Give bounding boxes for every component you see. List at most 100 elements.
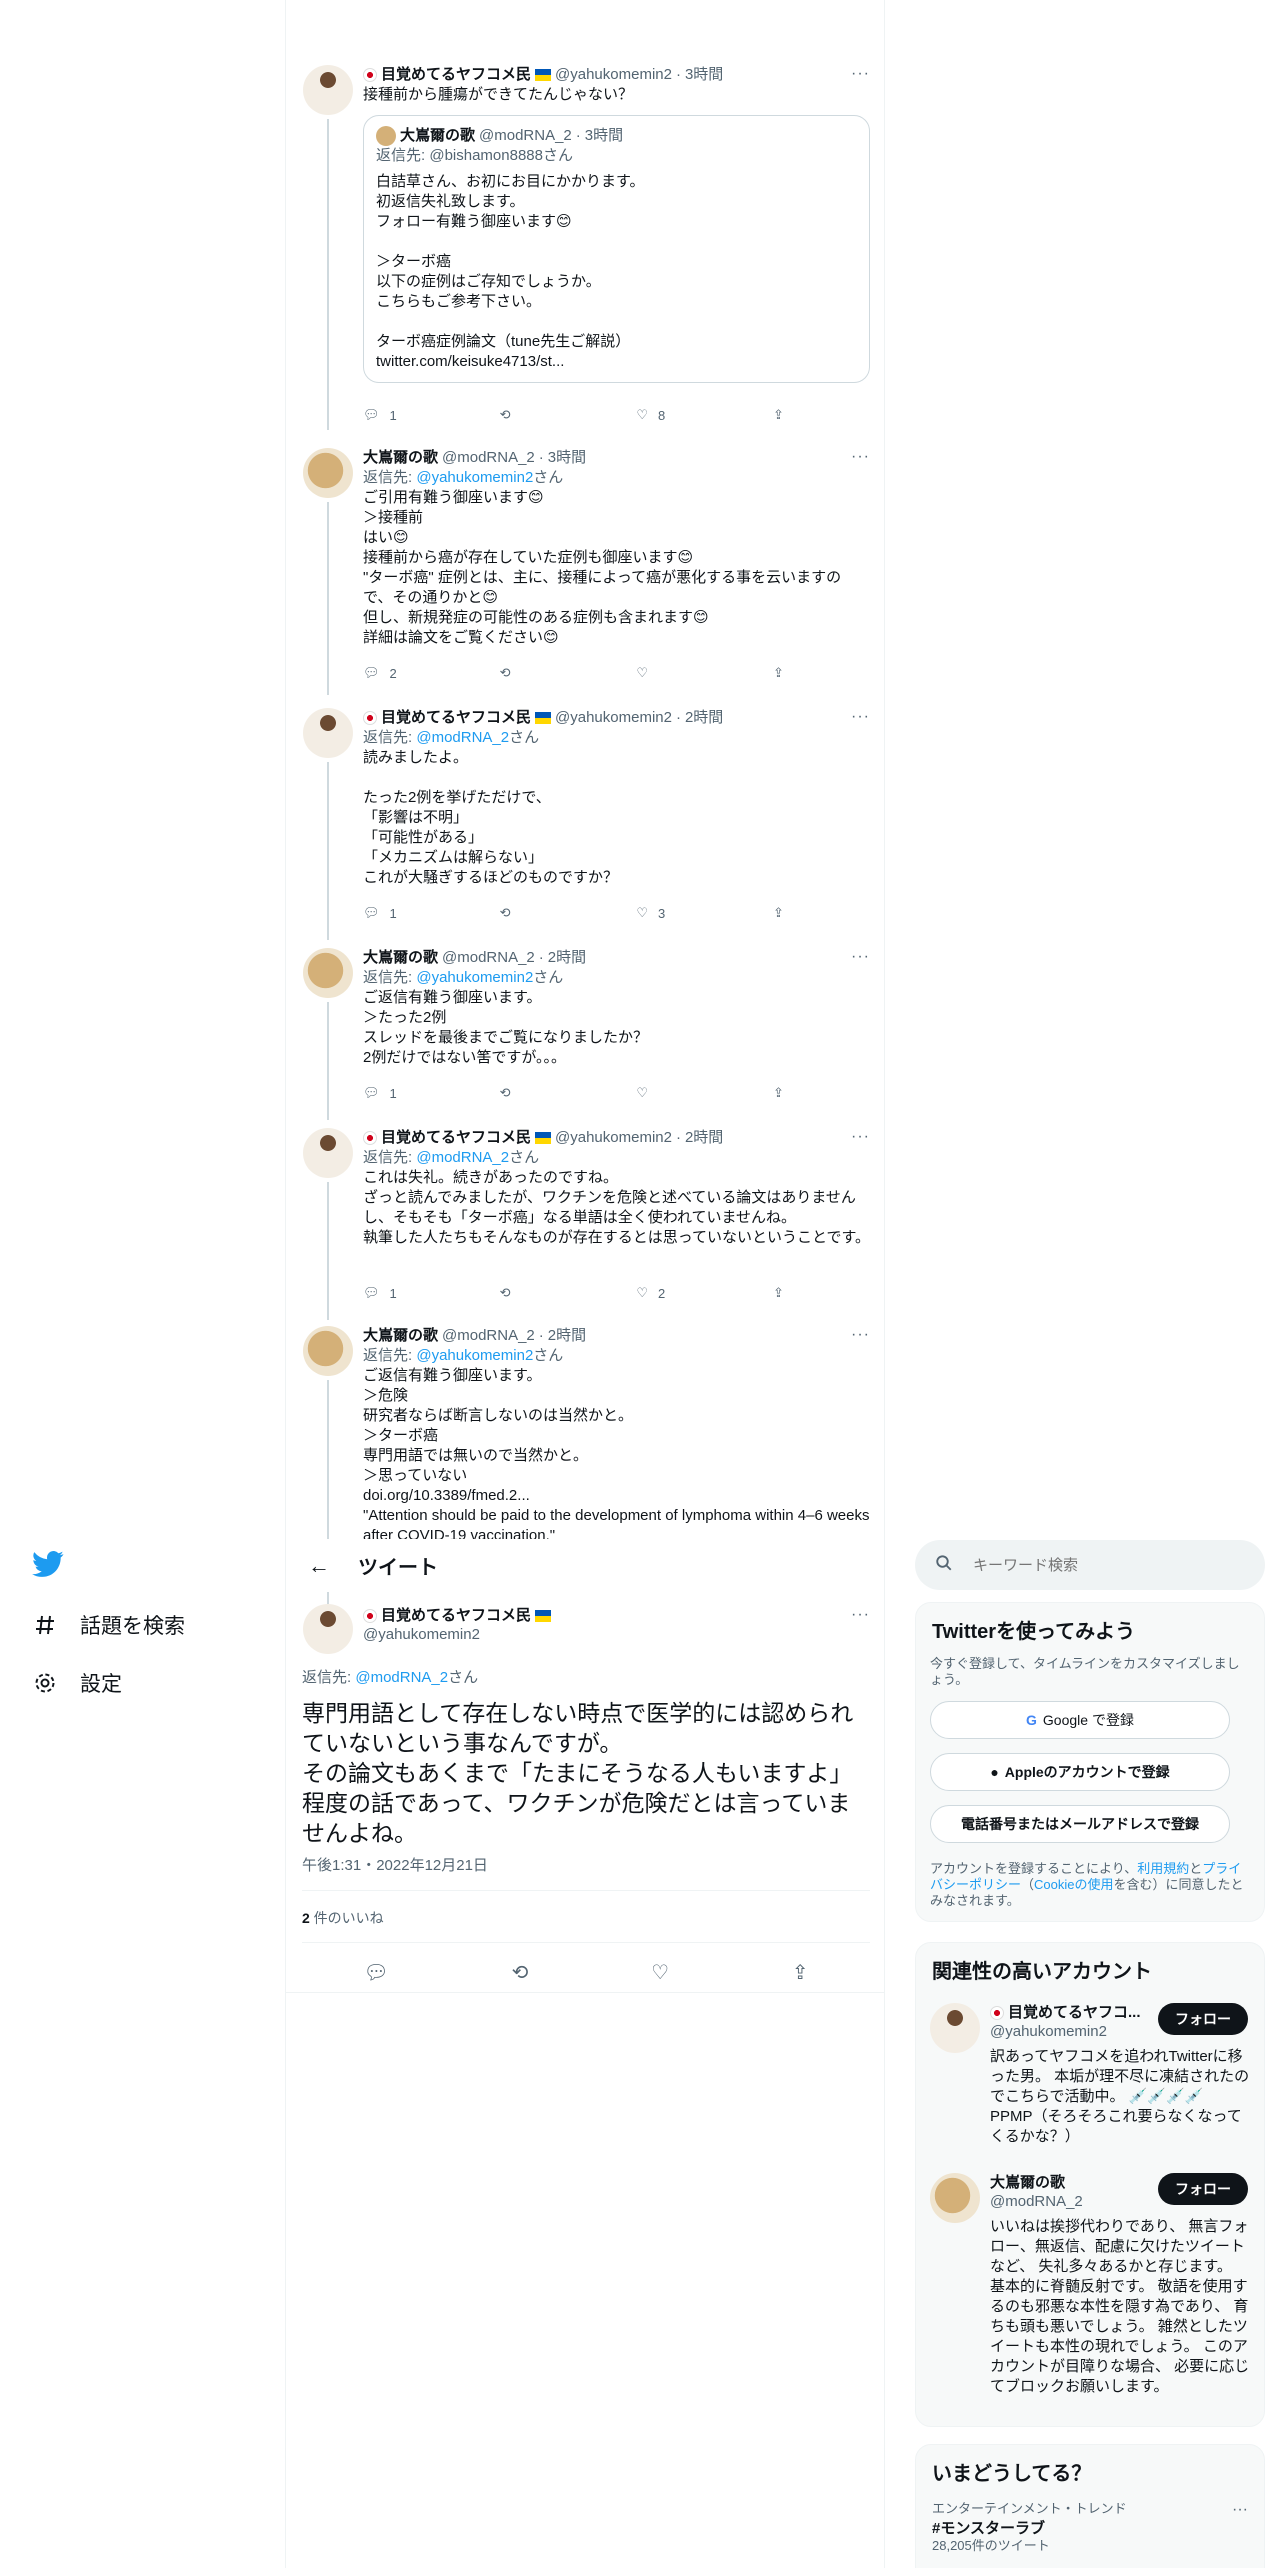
nav-settings[interactable]: 設定 (32, 1668, 122, 1698)
share-button[interactable]: ⇪ (773, 1283, 793, 1303)
author-name[interactable]: 大嶌爾の歌 (363, 1326, 438, 1346)
author-name[interactable]: 大嶌爾の歌 (363, 448, 438, 468)
retweet-button[interactable]: ⟲ (500, 663, 590, 683)
author-handle[interactable]: @yahukomemin2 (555, 1128, 672, 1148)
reply-to-link[interactable]: @yahukomemin2 (416, 969, 533, 986)
avatar[interactable] (303, 1128, 353, 1178)
trend-item[interactable]: エンターテインメント・トレンド #モンスターラブ 28,205件のツイート ··… (932, 2501, 1248, 2554)
reply-to-link[interactable]: @yahukomemin2 (416, 469, 533, 486)
reply-button[interactable]: 💬︎ 1 (363, 1083, 453, 1103)
avatar[interactable] (303, 1326, 353, 1376)
like-button[interactable]: ♡ 8 (636, 405, 726, 425)
author-handle[interactable]: @modRNA_2 (442, 948, 535, 968)
share-button[interactable]: ⇪ (773, 663, 793, 683)
terms-link[interactable]: 利用規約 (1137, 1861, 1189, 1876)
avatar[interactable] (303, 948, 353, 998)
account-handle[interactable]: @modRNA_2 (990, 2193, 1150, 2210)
like-button[interactable]: ♡ (636, 663, 726, 683)
follow-button[interactable]: フォロー (1158, 2173, 1248, 2205)
more-options-icon[interactable]: ··· (851, 1128, 870, 1146)
tweet[interactable]: 目覚めてるヤフコメ民 @yahukomemin2 · 3時間 接種前から腫瘍ができてた… (286, 55, 884, 430)
reply-button[interactable]: 💬︎ 2 (363, 663, 453, 683)
reply-suffix: さん (509, 729, 540, 746)
google-signup-button[interactable]: G Google で登録 (930, 1701, 1230, 1739)
account-item[interactable]: 目覚めてるヤフコ... @yahukomemin2 フォロー 訳あってヤフコメを… (916, 2003, 1264, 2183)
share-button[interactable]: ⇪ (773, 903, 793, 923)
timestamp[interactable]: 3時間 (685, 65, 723, 85)
more-options-icon[interactable]: ··· (1232, 2501, 1248, 2519)
share-button[interactable]: ⇪ (773, 1083, 793, 1103)
author-handle[interactable]: @yahukomemin2 (555, 65, 672, 85)
heart-icon[interactable]: ♡ (651, 1960, 669, 1985)
reply-button[interactable]: 💬︎ 1 (363, 903, 453, 923)
tweet-text-quote: "Attention should be paid to the develop… (363, 1507, 874, 1539)
share-icon[interactable]: ⇪ (792, 1960, 809, 1985)
reply-to-link[interactable]: @modRNA_2 (416, 729, 509, 746)
more-options-icon[interactable]: ··· (851, 448, 870, 466)
cookie-link[interactable]: Cookieの使用 (1034, 1877, 1113, 1892)
avatar[interactable] (303, 65, 353, 115)
reply-to-link[interactable]: @modRNA_2 (416, 1149, 509, 1166)
share-button[interactable]: ⇪ (773, 405, 793, 425)
account-item[interactable]: 大嶌爾の歌 @modRNA_2 フォロー いいねは挨拶代わりであり、 無言フォロ… (916, 2173, 1264, 2423)
nav-explore[interactable]: 話題を検索 (32, 1610, 185, 1640)
tweet[interactable]: 目覚めてるヤフコメ民 @yahukomemin2 · 2時間 返信先: @modRNA… (286, 700, 884, 940)
quoted-tweet[interactable]: 大嶌爾の歌 @modRNA_2 · 3時間 返信先: @bishamon8888さん … (363, 115, 870, 383)
author-handle[interactable]: @yahukomemin2 (363, 1626, 551, 1643)
reply-to-link[interactable]: @yahukomemin2 (416, 1347, 533, 1364)
retweet-button[interactable]: ⟲ (500, 1283, 590, 1303)
avatar[interactable] (930, 2003, 980, 2053)
author-handle[interactable]: @modRNA_2 (442, 448, 535, 468)
author-handle[interactable]: @yahukomemin2 (555, 708, 672, 728)
tweet[interactable]: 大嶌爾の歌 @modRNA_2 · 3時間 返信先: @yahukomemin2さん … (286, 440, 884, 695)
reply-button[interactable]: 💬︎ 1 (363, 1283, 453, 1303)
like-button[interactable]: ♡ (636, 1083, 726, 1103)
more-options-icon[interactable]: ··· (851, 708, 870, 726)
search-input[interactable] (973, 1556, 1223, 1574)
retweet-button[interactable]: ⟲ (500, 1083, 590, 1103)
tweet[interactable]: 大嶌爾の歌 @modRNA_2 · 2時間 返信先: @yahukomemin2さん … (286, 940, 884, 1120)
back-arrow-icon[interactable]: ← (302, 1549, 336, 1583)
more-options-icon[interactable]: ··· (851, 65, 870, 83)
doi-link[interactable]: doi.org/10.3389/fmed.2... (363, 1486, 870, 1506)
phone-signup-button[interactable]: 電話番号またはメールアドレスで登録 (930, 1805, 1230, 1843)
author-name[interactable]: 目覚めてるヤフコメ民 (381, 708, 531, 728)
retweet-icon[interactable]: ⟲ (512, 1960, 529, 1985)
timestamp[interactable]: 2時間 (685, 1128, 723, 1148)
retweet-button[interactable]: ⟲ (500, 405, 590, 425)
reply-to-link[interactable]: @modRNA_2 (355, 1669, 448, 1686)
timestamp[interactable]: 2時間 (548, 1326, 586, 1346)
account-handle[interactable]: @yahukomemin2 (990, 2023, 1150, 2040)
like-button[interactable]: ♡ 2 (636, 1283, 726, 1303)
avatar[interactable] (303, 1604, 353, 1654)
tweet[interactable]: 大嶌爾の歌 @modRNA_2 · 2時間 返信先: @yahukomemin2さん … (286, 1318, 884, 1539)
author-name[interactable]: 目覚めてるヤフコメ民 (381, 65, 531, 85)
search-box[interactable] (915, 1540, 1265, 1590)
timestamp[interactable]: 3時間 (548, 448, 586, 468)
avatar[interactable] (303, 708, 353, 758)
likes-count-link[interactable]: 2 件のいいね (302, 1908, 384, 1928)
follow-button[interactable]: フォロー (1158, 2003, 1248, 2035)
timestamp: 3時間 (584, 127, 624, 144)
avatar[interactable] (930, 2173, 980, 2223)
apple-signup-button[interactable]: ● Appleのアカウントで登録 (930, 1753, 1230, 1791)
more-options-icon[interactable]: ··· (851, 1606, 870, 1624)
author-name[interactable]: 目覚めてるヤフコメ民 (381, 1606, 531, 1626)
like-button[interactable]: ♡ 3 (636, 903, 726, 923)
retweet-button[interactable]: ⟲ (500, 903, 590, 923)
more-options-icon[interactable]: ··· (851, 948, 870, 966)
account-name[interactable]: 大嶌爾の歌 (990, 2173, 1065, 2193)
timestamp[interactable]: 2時間 (548, 948, 586, 968)
twitter-logo-icon[interactable] (32, 1548, 64, 1580)
tweet-timestamp[interactable]: 午後1:31・2022年12月21日 (302, 1854, 488, 1875)
author-handle[interactable]: @modRNA_2 (442, 1326, 535, 1346)
avatar[interactable] (303, 448, 353, 498)
tweet[interactable]: 目覚めてるヤフコメ民 @yahukomemin2 · 2時間 返信先: @modRNA… (286, 1120, 884, 1320)
more-options-icon[interactable]: ··· (851, 1326, 870, 1344)
timestamp[interactable]: 2時間 (685, 708, 723, 728)
author-name[interactable]: 大嶌爾の歌 (363, 948, 438, 968)
reply-button[interactable]: 💬︎ 1 (363, 405, 453, 425)
author-name[interactable]: 目覚めてるヤフコメ民 (381, 1128, 531, 1148)
reply-icon[interactable]: 💬︎ (363, 1960, 388, 1985)
account-name[interactable]: 目覚めてるヤフコ... (1008, 2003, 1141, 2023)
